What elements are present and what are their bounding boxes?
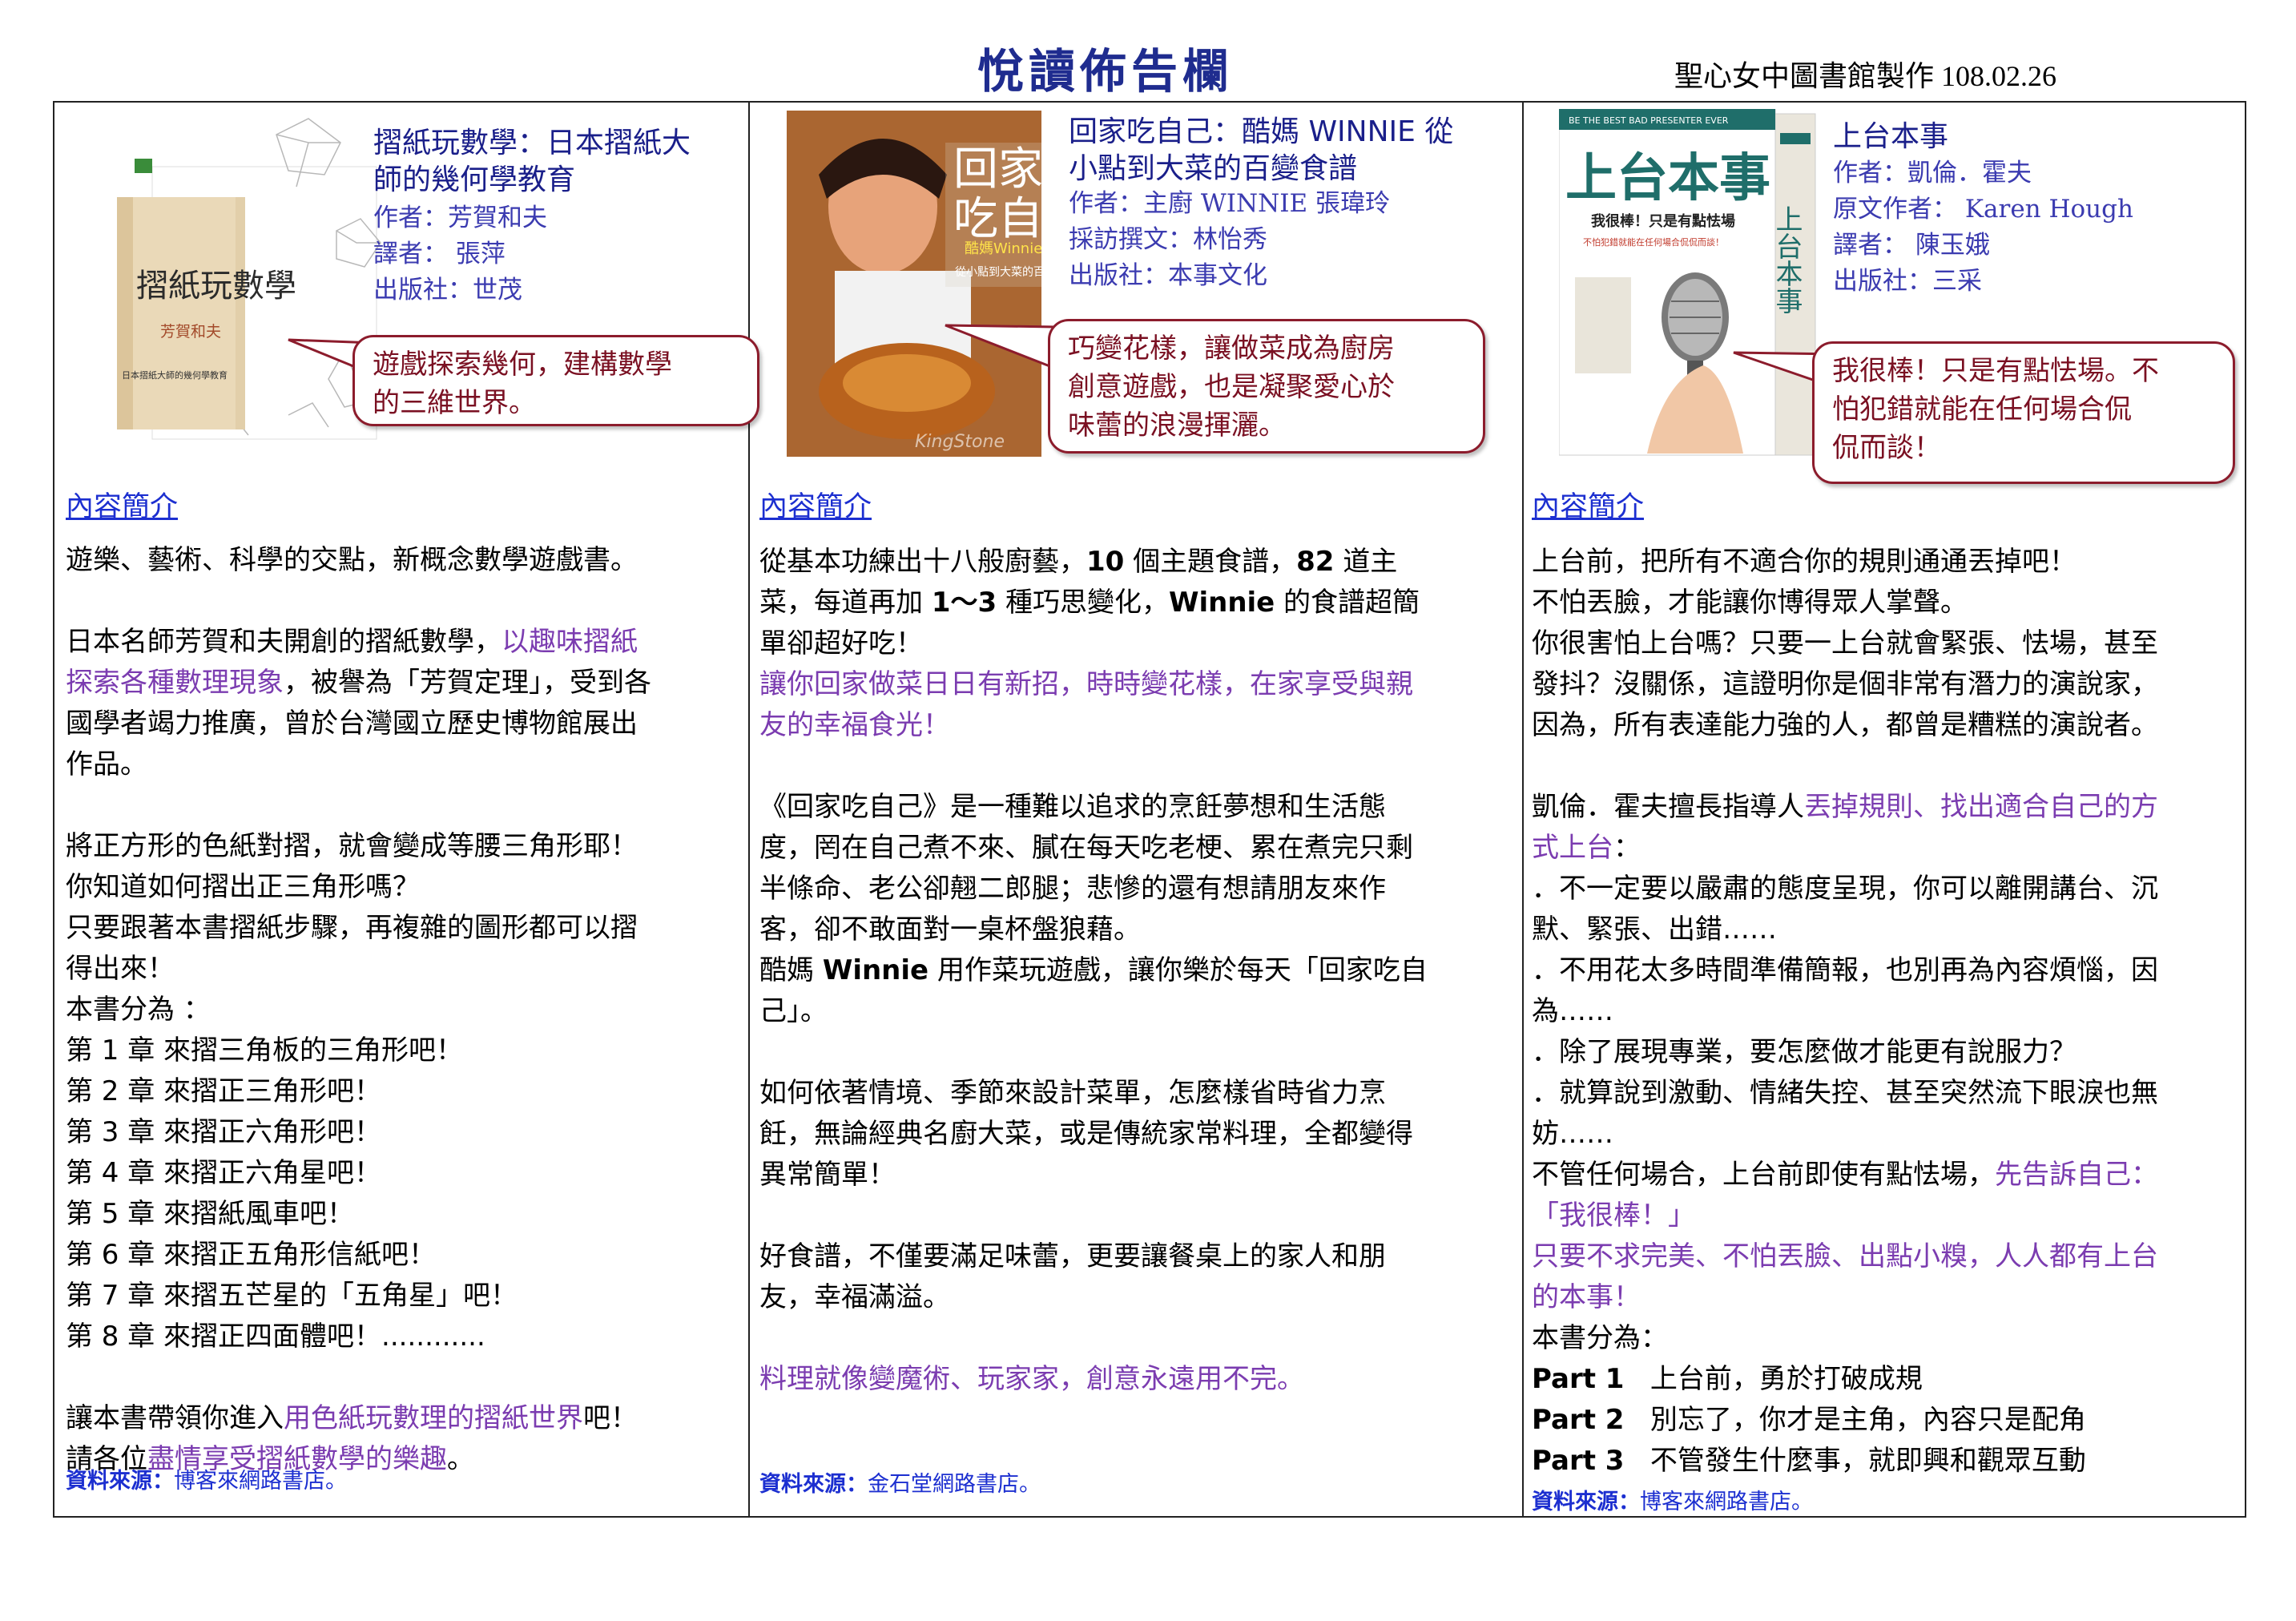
cover-title-1: 摺紙玩數學 xyxy=(136,268,296,304)
cover-spine-title: 上台本事 xyxy=(1770,205,1803,314)
interviewer-line: 採訪撰文：林怡秀 xyxy=(1069,225,1267,254)
bulletin-board: 摺紙玩數學 芳賀和夫 日本摺紙大師的幾何學教育 摺紙玩數學：日本摺紙大 師的幾何… xyxy=(53,101,2246,1518)
cover-tagline: 我很棒！只是有點怯場 xyxy=(1591,212,1735,230)
author-line: 作者：主廚 WINNIE 張瑋玲 xyxy=(1069,189,1390,218)
cover-subtitle-1: 日本摺紙大師的幾何學教育 xyxy=(122,369,228,381)
book-meta-2: 作者：主廚 WINNIE 張瑋玲 採訪撰文：林怡秀 出版社：本事文化 xyxy=(1069,186,1390,294)
chapter-item: 第 8 章 來摺正四面體吧！............ xyxy=(66,1321,485,1353)
chapter-item: 第 3 章 來摺正六角形吧！ xyxy=(66,1116,382,1148)
translator-line: 譯者： 張萍 xyxy=(373,240,506,268)
publisher-line: 出版社：世茂 xyxy=(373,276,522,304)
chapter-item: 第 2 章 來摺正三角形吧！ xyxy=(66,1075,382,1107)
part-item: Part 1 上台前，勇於打破成規 xyxy=(1532,1363,1923,1395)
part-item: Part 3 不管發生什麼事，就即興和觀眾互動 xyxy=(1532,1445,2086,1477)
publisher-line: 出版社：本事文化 xyxy=(1069,261,1267,290)
book-meta-3: 作者：凱倫．霍夫 原文作者： Karen Hough 譯者： 陳玉娥 出版社：三… xyxy=(1833,155,2133,300)
speech-bubble-tail xyxy=(945,324,1057,370)
cover-title-2: 回家吃自己 xyxy=(953,143,1041,245)
chapter-item: 第 5 章 來摺紙風車吧！ xyxy=(66,1198,355,1230)
book-column-2: 回家吃自己 酷媽Winnie 從小點到大菜的百變食譜 KingStone 回家吃… xyxy=(748,103,1522,1516)
cover-banner: BE THE BEST BAD PRESENTER EVER xyxy=(1569,115,1729,126)
original-author-line: 原文作者： Karen Hough xyxy=(1833,195,2133,224)
cover-subtitle-3: 不怕犯錯就能在任何場合侃侃而談！ xyxy=(1583,236,1724,248)
book-title-3: 上台本事 xyxy=(1833,120,1949,153)
page-title: 悅讀佈告欄 xyxy=(977,44,1235,99)
book-title-1: 摺紙玩數學：日本摺紙大 師的幾何學教育 xyxy=(373,127,691,196)
chapter-item: 第 6 章 來摺正五角形信紙吧！ xyxy=(66,1239,437,1271)
book-cover-cooking: 回家吃自己 酷媽Winnie 從小點到大菜的百變食譜 KingStone xyxy=(787,111,1041,457)
intro-link-1[interactable]: 內容簡介 xyxy=(66,484,178,525)
book-title-2: 回家吃自己：酷媽 WINNIE 從 小點到大菜的百變食譜 xyxy=(1069,115,1454,185)
chapter-item: 第 4 章 來摺正六角星吧！ xyxy=(66,1157,382,1189)
cover-author: 芳賀和夫 xyxy=(160,323,221,341)
cover-watermark: KingStone xyxy=(915,432,1005,452)
book-meta-1: 作者：芳賀和夫 譯者： 張萍 出版社：世茂 xyxy=(373,200,547,308)
intro-link-2[interactable]: 內容簡介 xyxy=(759,484,872,525)
book-cover-presenter: BE THE BEST BAD PRESENTER EVER 上台本事 我很棒！… xyxy=(1559,109,1816,456)
book-cover-origami: 摺紙玩數學 芳賀和夫 日本摺紙大師的幾何學教育 xyxy=(117,118,381,440)
page-credit: 聖心女中圖書館製作 108.02.26 xyxy=(1674,60,2057,92)
speech-bubble-3: 我很棒！只是有點怯場。不 怕犯錯就能在任何場合侃 侃而談！ xyxy=(1812,341,2235,484)
author-line: 作者：芳賀和夫 xyxy=(373,204,547,232)
book-description-2: 從基本功練出十八般廚藝，10 個主題食譜，82 道主 菜，每道再加 1～3 種巧… xyxy=(759,546,1428,1395)
part-item: Part 2 別忘了，你才是主角，內容只是配角 xyxy=(1532,1404,2086,1436)
speech-bubble-1: 遊戲探索幾何，建構數學 的三維世界。 xyxy=(352,335,759,426)
book-description-1: 遊樂、藝術、科學的交點，新概念數學遊戲書。 日本名師芳賀和夫開創的摺紙數學，以趣… xyxy=(66,540,739,1480)
book-column-3: BE THE BEST BAD PRESENTER EVER 上台本事 我很棒！… xyxy=(1522,103,2248,1516)
cover-subtitle-2: 從小點到大菜的百變食譜 xyxy=(955,265,1041,279)
book-column-1: 摺紙玩數學 芳賀和夫 日本摺紙大師的幾何學教育 摺紙玩數學：日本摺紙大 師的幾何… xyxy=(54,103,759,1516)
speech-bubble-2: 巧變花樣，讓做菜成為廚房 創意遊戲，也是凝聚愛心於 味蕾的浪漫揮灑。 xyxy=(1048,319,1485,454)
chapter-item: 第 1 章 來摺三角板的三角形吧！ xyxy=(66,1034,464,1067)
book-description-3: 上台前，把所有不適合你的規則通通丟掉吧！ 不怕丟臉，才能讓你博得眾人掌聲。 你很… xyxy=(1532,542,2240,1482)
cover-tag: 酷媽Winnie xyxy=(965,240,1041,257)
author-line: 作者：凱倫．霍夫 xyxy=(1833,159,2032,188)
publisher-line: 出版社：三采 xyxy=(1833,267,1982,296)
source-note-1: 資料來源：博客來網路書店。 xyxy=(66,1469,347,1494)
source-note-3: 資料來源：博客來網路書店。 xyxy=(1532,1490,1813,1514)
intro-link-3[interactable]: 內容簡介 xyxy=(1532,484,1644,525)
cover-title-3: 上台本事 xyxy=(1565,149,1770,208)
chapter-item: 第 7 章 來摺五芒星的「五角星」吧！ xyxy=(66,1280,518,1312)
source-note-2: 資料來源：金石堂網路書店。 xyxy=(759,1472,1041,1497)
translator-line: 譯者： 陳玉娥 xyxy=(1833,231,1990,260)
